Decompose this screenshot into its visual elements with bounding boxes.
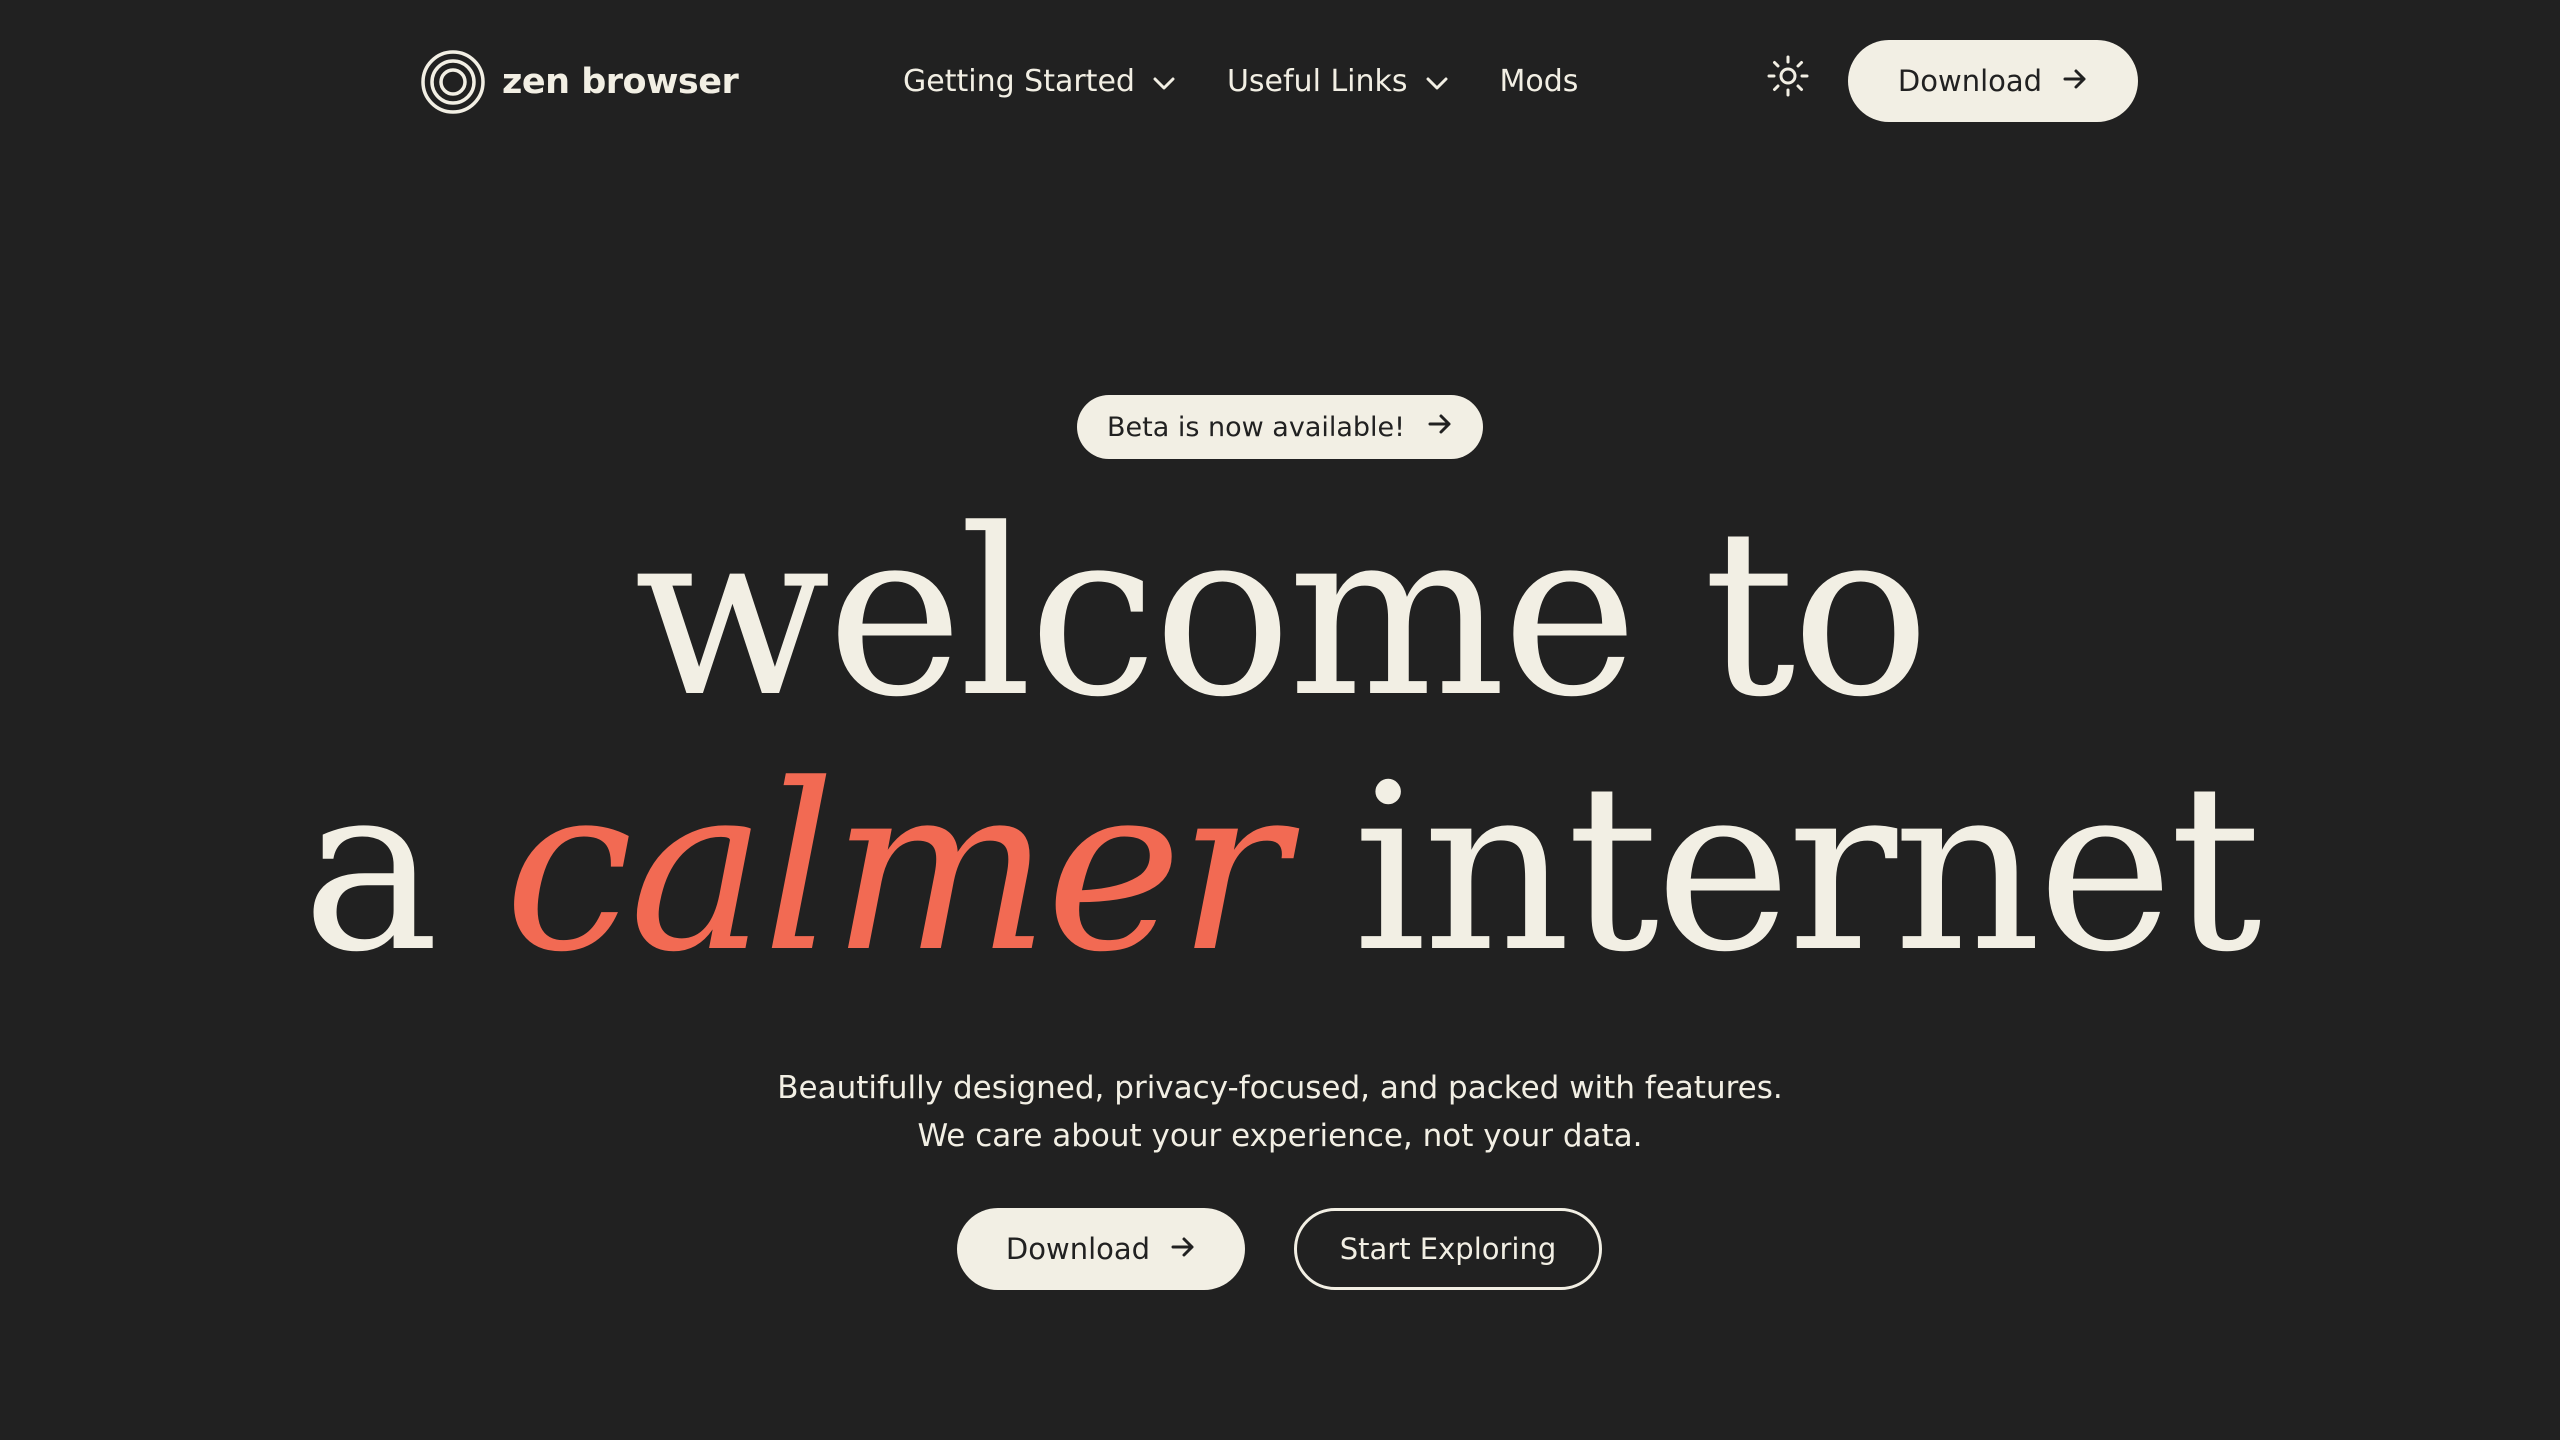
nav-item-label: Mods xyxy=(1499,63,1579,99)
beta-badge-label: Beta is now available! xyxy=(1107,411,1405,443)
headline-accent-word: calmer xyxy=(504,736,1288,1003)
hero-download-button[interactable]: Download xyxy=(957,1208,1245,1290)
headline-line-1: welcome to xyxy=(633,481,1930,748)
brand-logo-link[interactable]: zen browser xyxy=(420,49,739,115)
nav-links: Getting Started Useful Links Mods xyxy=(903,56,1578,106)
nav-item-useful-links[interactable]: Useful Links xyxy=(1227,56,1448,106)
headline-line-2: a calmer internet xyxy=(0,740,2560,1000)
start-exploring-button[interactable]: Start Exploring xyxy=(1294,1208,1602,1290)
sun-icon xyxy=(1766,55,1810,102)
nav-item-label: Useful Links xyxy=(1226,63,1408,99)
beta-announcement-badge[interactable]: Beta is now available! xyxy=(1077,395,1483,459)
arrow-right-icon xyxy=(1427,412,1453,443)
nav-download-label: Download xyxy=(1897,64,2043,98)
theme-toggle-button[interactable] xyxy=(1766,54,1810,98)
start-exploring-label: Start Exploring xyxy=(1339,1232,1557,1266)
headline-suffix: internet xyxy=(1283,736,2262,1003)
chevron-down-icon xyxy=(1153,64,1175,99)
hero-download-label: Download xyxy=(1005,1232,1151,1266)
chevron-down-icon xyxy=(1426,64,1448,99)
nav-item-label: Getting Started xyxy=(903,63,1135,99)
arrow-right-icon xyxy=(2062,64,2088,98)
nav-item-getting-started[interactable]: Getting Started xyxy=(903,56,1175,106)
headline-prefix: a xyxy=(302,736,505,1003)
brand-name: zen browser xyxy=(502,62,739,102)
concentric-circles-icon xyxy=(420,49,486,115)
nav-item-mods[interactable]: Mods xyxy=(1500,56,1579,106)
arrow-right-icon xyxy=(1170,1232,1196,1266)
top-navigation: zen browser Getting Started Useful Links… xyxy=(0,0,2560,164)
hero-subtitle-line-2: We care about your experience, not your … xyxy=(917,1118,1643,1154)
nav-download-button[interactable]: Download xyxy=(1848,40,2138,122)
hero-subtitle-line-1: Beautifully designed, privacy-focused, a… xyxy=(777,1070,1783,1106)
